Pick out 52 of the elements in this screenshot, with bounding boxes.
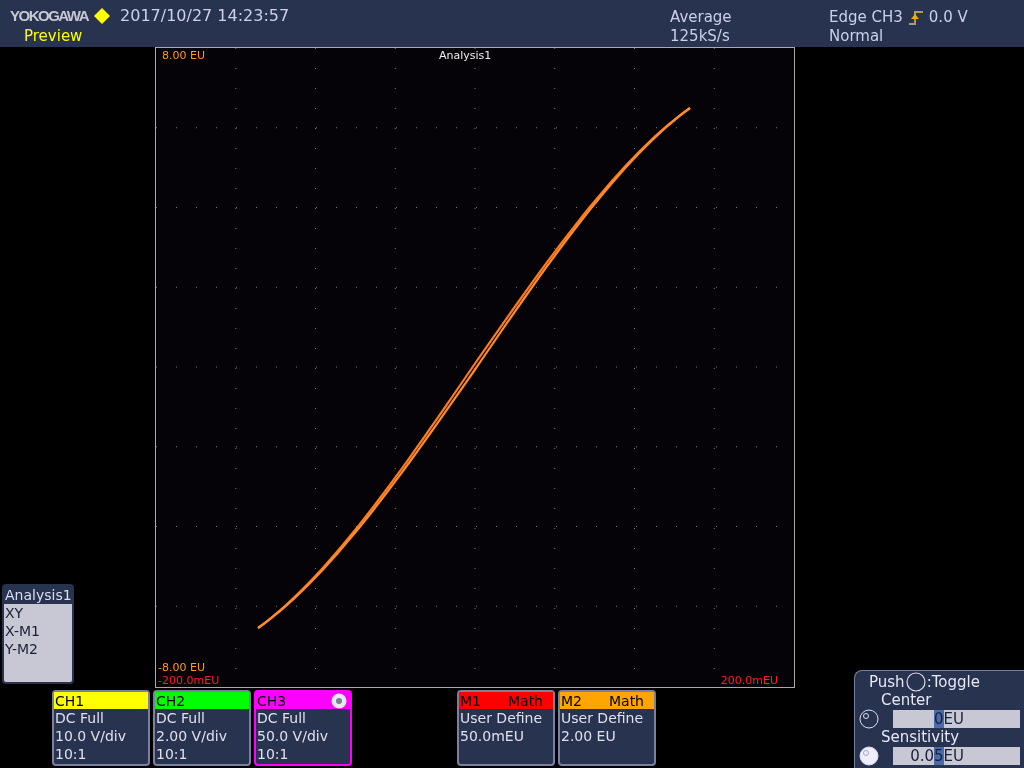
trigger-mode: Normal [829, 27, 885, 46]
channel-card[interactable]: CH1 DC Full 10.0 V/div 10:1 [52, 690, 150, 766]
channel-setting: DC Full [256, 709, 307, 727]
date-time: 2017/10/27 14:23:57 [120, 6, 290, 25]
channel-name: CH1 [55, 692, 85, 709]
push-label: Push [869, 673, 905, 691]
panel-text: Y-M2 [4, 640, 39, 658]
channel-setting: 50.0mEU [459, 727, 525, 745]
channel-setting: DC Full [54, 709, 105, 727]
channel-type: Math [608, 692, 644, 709]
value-field[interactable]: 0EU [893, 710, 1020, 728]
value-field[interactable]: 0.05EU [893, 747, 1020, 765]
plot-title: Analysis1 [439, 49, 492, 62]
channel-setting: User Define [560, 709, 645, 727]
trigger-source: Edge CH3 [829, 8, 903, 27]
setting-label: Sensitivity [880, 729, 961, 746]
toggle-label: :Toggle [926, 673, 980, 691]
channel-setting: 50.0 V/div [256, 727, 329, 745]
dot-icon [331, 692, 347, 709]
channel-card[interactable]: M2 Math User Define 2.00 EU [558, 690, 656, 766]
channel-name: M2 [561, 692, 582, 709]
brand-logo: YOKOGAWA [10, 7, 88, 24]
trigger-level: 0.0 V [928, 8, 968, 27]
sample-rate: 125kS/s [670, 27, 731, 46]
panel-title: Analysis1 [4, 586, 72, 604]
channel-card[interactable]: M1 Math User Define 50.0mEU [457, 690, 555, 766]
diamond-icon [94, 7, 110, 24]
channel-setting: User Define [459, 709, 544, 727]
y-max-label: 8.00 EU [162, 49, 205, 62]
run-mode: Preview [23, 27, 84, 45]
panel-text: XY [4, 604, 25, 622]
channel-name: M1 [460, 692, 481, 709]
channel-card[interactable]: CH2 DC Full 2.00 V/div 10:1 [153, 690, 251, 766]
setting-label: Center [880, 692, 933, 709]
acquisition-mode: Average [670, 8, 733, 27]
rising-edge-icon [907, 9, 924, 26]
channel-setting: 10:1 [256, 745, 290, 763]
channel-setting: 2.00 V/div [155, 727, 228, 745]
y-min-label: -8.00 EU [158, 661, 206, 674]
channel-setting: 10.0 V/div [54, 727, 127, 745]
x-min-label: -200.0mEU [158, 674, 220, 687]
channel-setting: 10:1 [54, 745, 88, 763]
circle-icon [905, 672, 926, 692]
channel-name: CH2 [156, 692, 186, 709]
channel-name: CH3 [257, 692, 287, 709]
channel-setting: 10:1 [155, 745, 189, 763]
panel-text: X-M1 [4, 622, 41, 640]
x-max-label: 200.0mEU [720, 674, 778, 687]
channel-type: Math [507, 692, 543, 709]
channel-setting: 2.00 EU [560, 727, 617, 745]
channel-card[interactable]: CH3 DC Full 50.0 V/div 10:1 [254, 690, 352, 766]
channel-setting: DC Full [155, 709, 206, 727]
